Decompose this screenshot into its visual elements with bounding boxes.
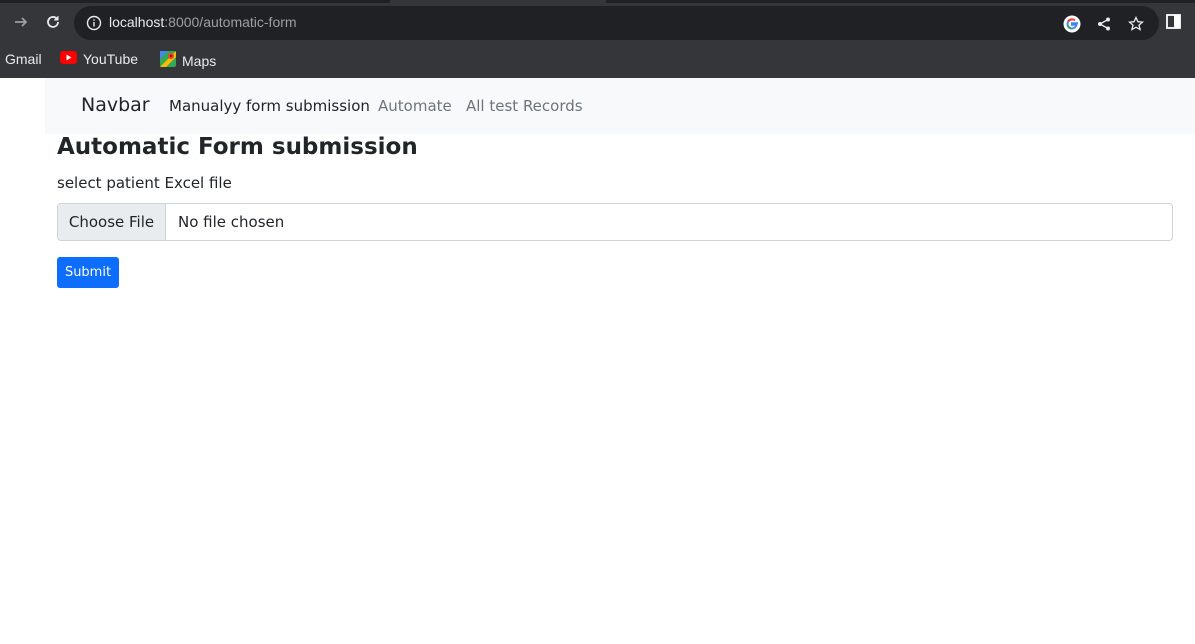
url-text[interactable]: localhost:8000/automatic-form xyxy=(109,14,297,30)
bookmarks-bar: Gmail YouTube Maps xyxy=(0,44,1195,78)
bookmark-gmail[interactable]: Gmail xyxy=(5,51,42,67)
maps-icon xyxy=(160,51,176,70)
nav-link-manual-form[interactable]: Manualyy form submission xyxy=(169,97,370,115)
bookmark-maps[interactable]: Maps xyxy=(160,51,216,70)
bookmark-label: YouTube xyxy=(83,51,139,67)
active-tab-edge xyxy=(390,0,606,3)
file-field-label: select patient Excel file xyxy=(57,174,232,192)
submit-button[interactable]: Submit xyxy=(57,257,119,288)
bookmark-label: Maps xyxy=(182,52,217,69)
bookmark-label: Gmail xyxy=(5,51,42,67)
address-bar[interactable]: localhost:8000/automatic-form xyxy=(74,6,1159,40)
reload-icon[interactable] xyxy=(42,11,64,33)
youtube-icon xyxy=(60,51,77,67)
page-content: Navbar Manualyy form submission Automate… xyxy=(0,78,1195,644)
share-icon[interactable] xyxy=(1094,14,1114,34)
forward-icon[interactable] xyxy=(10,11,32,33)
google-icon[interactable] xyxy=(1062,14,1082,34)
nav-link-automate[interactable]: Automate xyxy=(378,97,452,115)
side-panel-icon[interactable] xyxy=(1165,13,1183,31)
navbar-brand[interactable]: Navbar xyxy=(81,94,150,116)
file-input[interactable]: Choose File No file chosen xyxy=(57,203,1173,241)
file-status-text: No file chosen xyxy=(178,213,285,231)
nav-link-test-records[interactable]: All test Records xyxy=(466,97,583,115)
url-path: :8000/automatic-form xyxy=(164,14,297,30)
site-navbar: Navbar Manualyy form submission Automate… xyxy=(45,78,1195,134)
bookmark-star-icon[interactable] xyxy=(1126,14,1146,34)
info-icon[interactable] xyxy=(86,15,102,31)
choose-file-button[interactable]: Choose File xyxy=(58,204,166,240)
url-host: localhost xyxy=(109,14,165,30)
page-title: Automatic Form submission xyxy=(57,134,418,160)
browser-toolbar: localhost:8000/automatic-form xyxy=(0,0,1195,44)
tab-strip xyxy=(0,0,1195,3)
bookmark-youtube[interactable]: YouTube xyxy=(60,51,138,67)
